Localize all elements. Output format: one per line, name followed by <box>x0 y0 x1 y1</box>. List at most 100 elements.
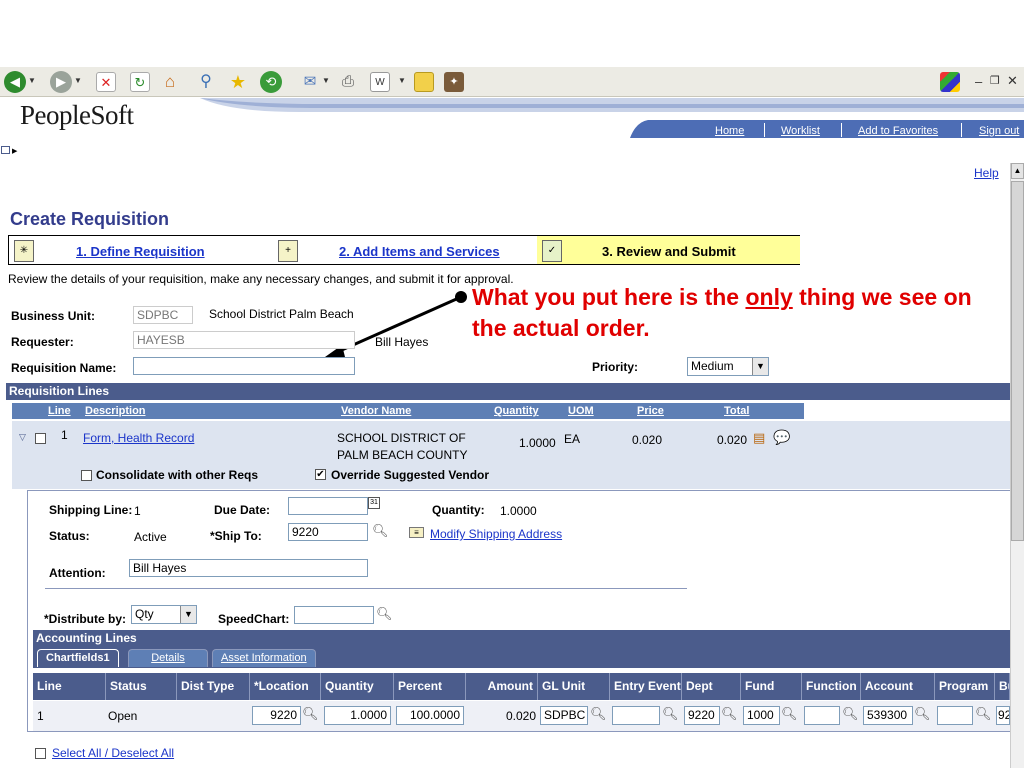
help-link[interactable]: Help <box>974 166 999 180</box>
ship-to-lookup-icon[interactable]: 🔍︎ <box>372 523 389 539</box>
dept-lookup-icon[interactable]: 🔍︎ <box>721 706 738 722</box>
requisition-name-input[interactable] <box>133 357 355 375</box>
back-icon[interactable]: ◀ <box>4 71 26 93</box>
col-total[interactable]: Total <box>724 405 749 417</box>
annotation-arrow <box>325 291 467 357</box>
instructions-text: Review the details of your requisition, … <box>8 272 514 286</box>
speedchart-lookup-icon[interactable]: 🔍︎ <box>376 606 393 622</box>
percent-input[interactable]: 100.0000 <box>396 706 464 725</box>
close-icon[interactable]: ✕ <box>1007 73 1018 89</box>
item-description-link[interactable]: Form, Health Record <box>83 431 194 445</box>
account-lookup-icon[interactable]: 🔍︎ <box>914 706 931 722</box>
forward-dropdown-icon[interactable]: ▼ <box>74 76 82 85</box>
nav-separator <box>961 123 962 137</box>
forward-icon[interactable]: ▶ <box>50 71 72 93</box>
calendar-icon[interactable]: 31 <box>368 497 380 509</box>
program-input[interactable] <box>937 706 973 725</box>
vertical-scrollbar[interactable]: ▲ <box>1010 163 1024 768</box>
location-input[interactable]: 9220 <box>252 706 301 725</box>
acct-quantity-input[interactable]: 1.0000 <box>324 706 391 725</box>
print-icon[interactable]: ⎙ <box>338 72 358 92</box>
acct-col-status: Status <box>106 673 177 700</box>
line-select-checkbox[interactable] <box>35 433 46 444</box>
status-label: Status: <box>49 529 90 543</box>
priority-value: Medium <box>691 359 734 373</box>
nav-sign-out[interactable]: Sign out <box>979 125 1019 137</box>
col-uom[interactable]: UOM <box>568 405 594 417</box>
entry-event-lookup-icon[interactable]: 🔍︎ <box>662 706 679 722</box>
fund-lookup-icon[interactable]: 🔍︎ <box>781 706 798 722</box>
edit-icon[interactable]: W <box>370 72 390 92</box>
mail-icon[interactable]: ✉ <box>300 72 320 92</box>
nav-add-to-favorites[interactable]: Add to Favorites <box>858 125 938 137</box>
col-price[interactable]: Price <box>637 405 664 417</box>
step-add-items[interactable]: 2. Add Items and Services <box>339 244 500 259</box>
collapse-icon[interactable]: ▽ <box>19 432 26 443</box>
dept-input[interactable]: 9220 <box>684 706 720 725</box>
nav-worklist[interactable]: Worklist <box>781 125 820 137</box>
acct-col-line: Line <box>33 673 106 700</box>
account-input[interactable]: 539300 <box>863 706 913 725</box>
step-define-requisition[interactable]: 1. Define Requisition <box>76 244 205 259</box>
attention-input[interactable]: Bill Hayes <box>129 559 368 577</box>
requisition-name-label: Requisition Name: <box>11 361 117 375</box>
gl-unit-lookup-icon[interactable]: 🔍︎ <box>590 706 607 722</box>
menu-toggle-icon[interactable] <box>1 146 10 154</box>
speedchart-input[interactable] <box>294 606 374 624</box>
messenger-icon[interactable]: ✦ <box>444 72 464 92</box>
program-lookup-icon[interactable]: 🔍︎ <box>975 706 992 722</box>
consolidate-checkbox[interactable] <box>81 470 92 481</box>
scroll-up-icon[interactable]: ▲ <box>1011 163 1024 179</box>
override-vendor-checkbox[interactable]: ✔ <box>315 469 326 480</box>
line-details-icon[interactable]: ▤ <box>753 430 765 446</box>
minimize-icon[interactable]: – <box>975 74 982 89</box>
acct-col-location: *Location <box>250 673 321 700</box>
col-vendor-name[interactable]: Vendor Name <box>341 405 411 417</box>
mail-dropdown-icon[interactable]: ▼ <box>322 76 330 85</box>
business-unit-label: Business Unit: <box>11 309 96 323</box>
col-description[interactable]: Description <box>85 405 146 417</box>
line-uom: EA <box>564 432 581 446</box>
add-items-icon: + <box>278 240 298 262</box>
tab-chartfields1[interactable]: Chartfields1 <box>37 649 119 667</box>
speedchart-label: SpeedChart: <box>218 612 290 626</box>
page-title: Create Requisition <box>10 209 170 229</box>
back-dropdown-icon[interactable]: ▼ <box>28 76 36 85</box>
col-line[interactable]: Line <box>48 405 71 417</box>
chevron-down-icon: ▼ <box>180 606 196 623</box>
fund-input[interactable]: 1000 <box>743 706 780 725</box>
tab-asset-information[interactable]: Asset Information <box>212 649 316 667</box>
requester-field[interactable]: HAYESB <box>133 331 355 349</box>
col-quantity[interactable]: Quantity <box>494 405 539 417</box>
edit-dropdown-icon[interactable]: ▼ <box>398 76 406 85</box>
stop-icon[interactable]: ✕ <box>96 72 116 92</box>
history-icon[interactable]: ⟲ <box>260 71 282 93</box>
comments-icon[interactable]: 💬 <box>773 429 790 446</box>
discuss-icon[interactable] <box>414 72 434 92</box>
entry-event-input[interactable] <box>612 706 660 725</box>
browser-toolbar: ◀ ▼ ▶ ▼ ✕ ↻ ⌂ ⚲ ★ ⟲ ✉ ▼ ⎙ W ▼ ✦ – ❐ ✕ <box>0 67 1024 97</box>
gl-unit-input[interactable]: SDPBC <box>540 706 588 725</box>
favorites-icon[interactable]: ★ <box>228 72 248 92</box>
modify-shipping-address-link[interactable]: Modify Shipping Address <box>430 527 562 541</box>
business-unit-field[interactable]: SDPBC <box>133 306 193 324</box>
nav-home[interactable]: Home <box>715 125 744 137</box>
refresh-icon[interactable]: ↻ <box>130 72 150 92</box>
menu-expand-icon[interactable]: ▶ <box>12 147 17 155</box>
tab-details[interactable]: Details <box>128 649 208 667</box>
select-all-checkbox[interactable] <box>35 748 46 759</box>
home-icon[interactable]: ⌂ <box>160 72 180 92</box>
priority-select[interactable]: Medium ▼ <box>687 357 769 376</box>
distribute-by-select[interactable]: Qty ▼ <box>131 605 197 624</box>
function-lookup-icon[interactable]: 🔍︎ <box>842 706 859 722</box>
function-input[interactable] <box>804 706 840 725</box>
select-all-link[interactable]: Select All / Deselect All <box>52 746 174 760</box>
due-date-input[interactable] <box>288 497 368 515</box>
ship-to-input[interactable]: 9220 <box>288 523 368 541</box>
bu-input[interactable]: 92 <box>996 706 1010 725</box>
scrollbar-thumb[interactable] <box>1011 181 1024 541</box>
search-icon[interactable]: ⚲ <box>196 72 216 92</box>
restore-icon[interactable]: ❐ <box>990 74 1000 87</box>
nav-separator <box>841 123 842 137</box>
location-lookup-icon[interactable]: 🔍︎ <box>302 706 319 722</box>
